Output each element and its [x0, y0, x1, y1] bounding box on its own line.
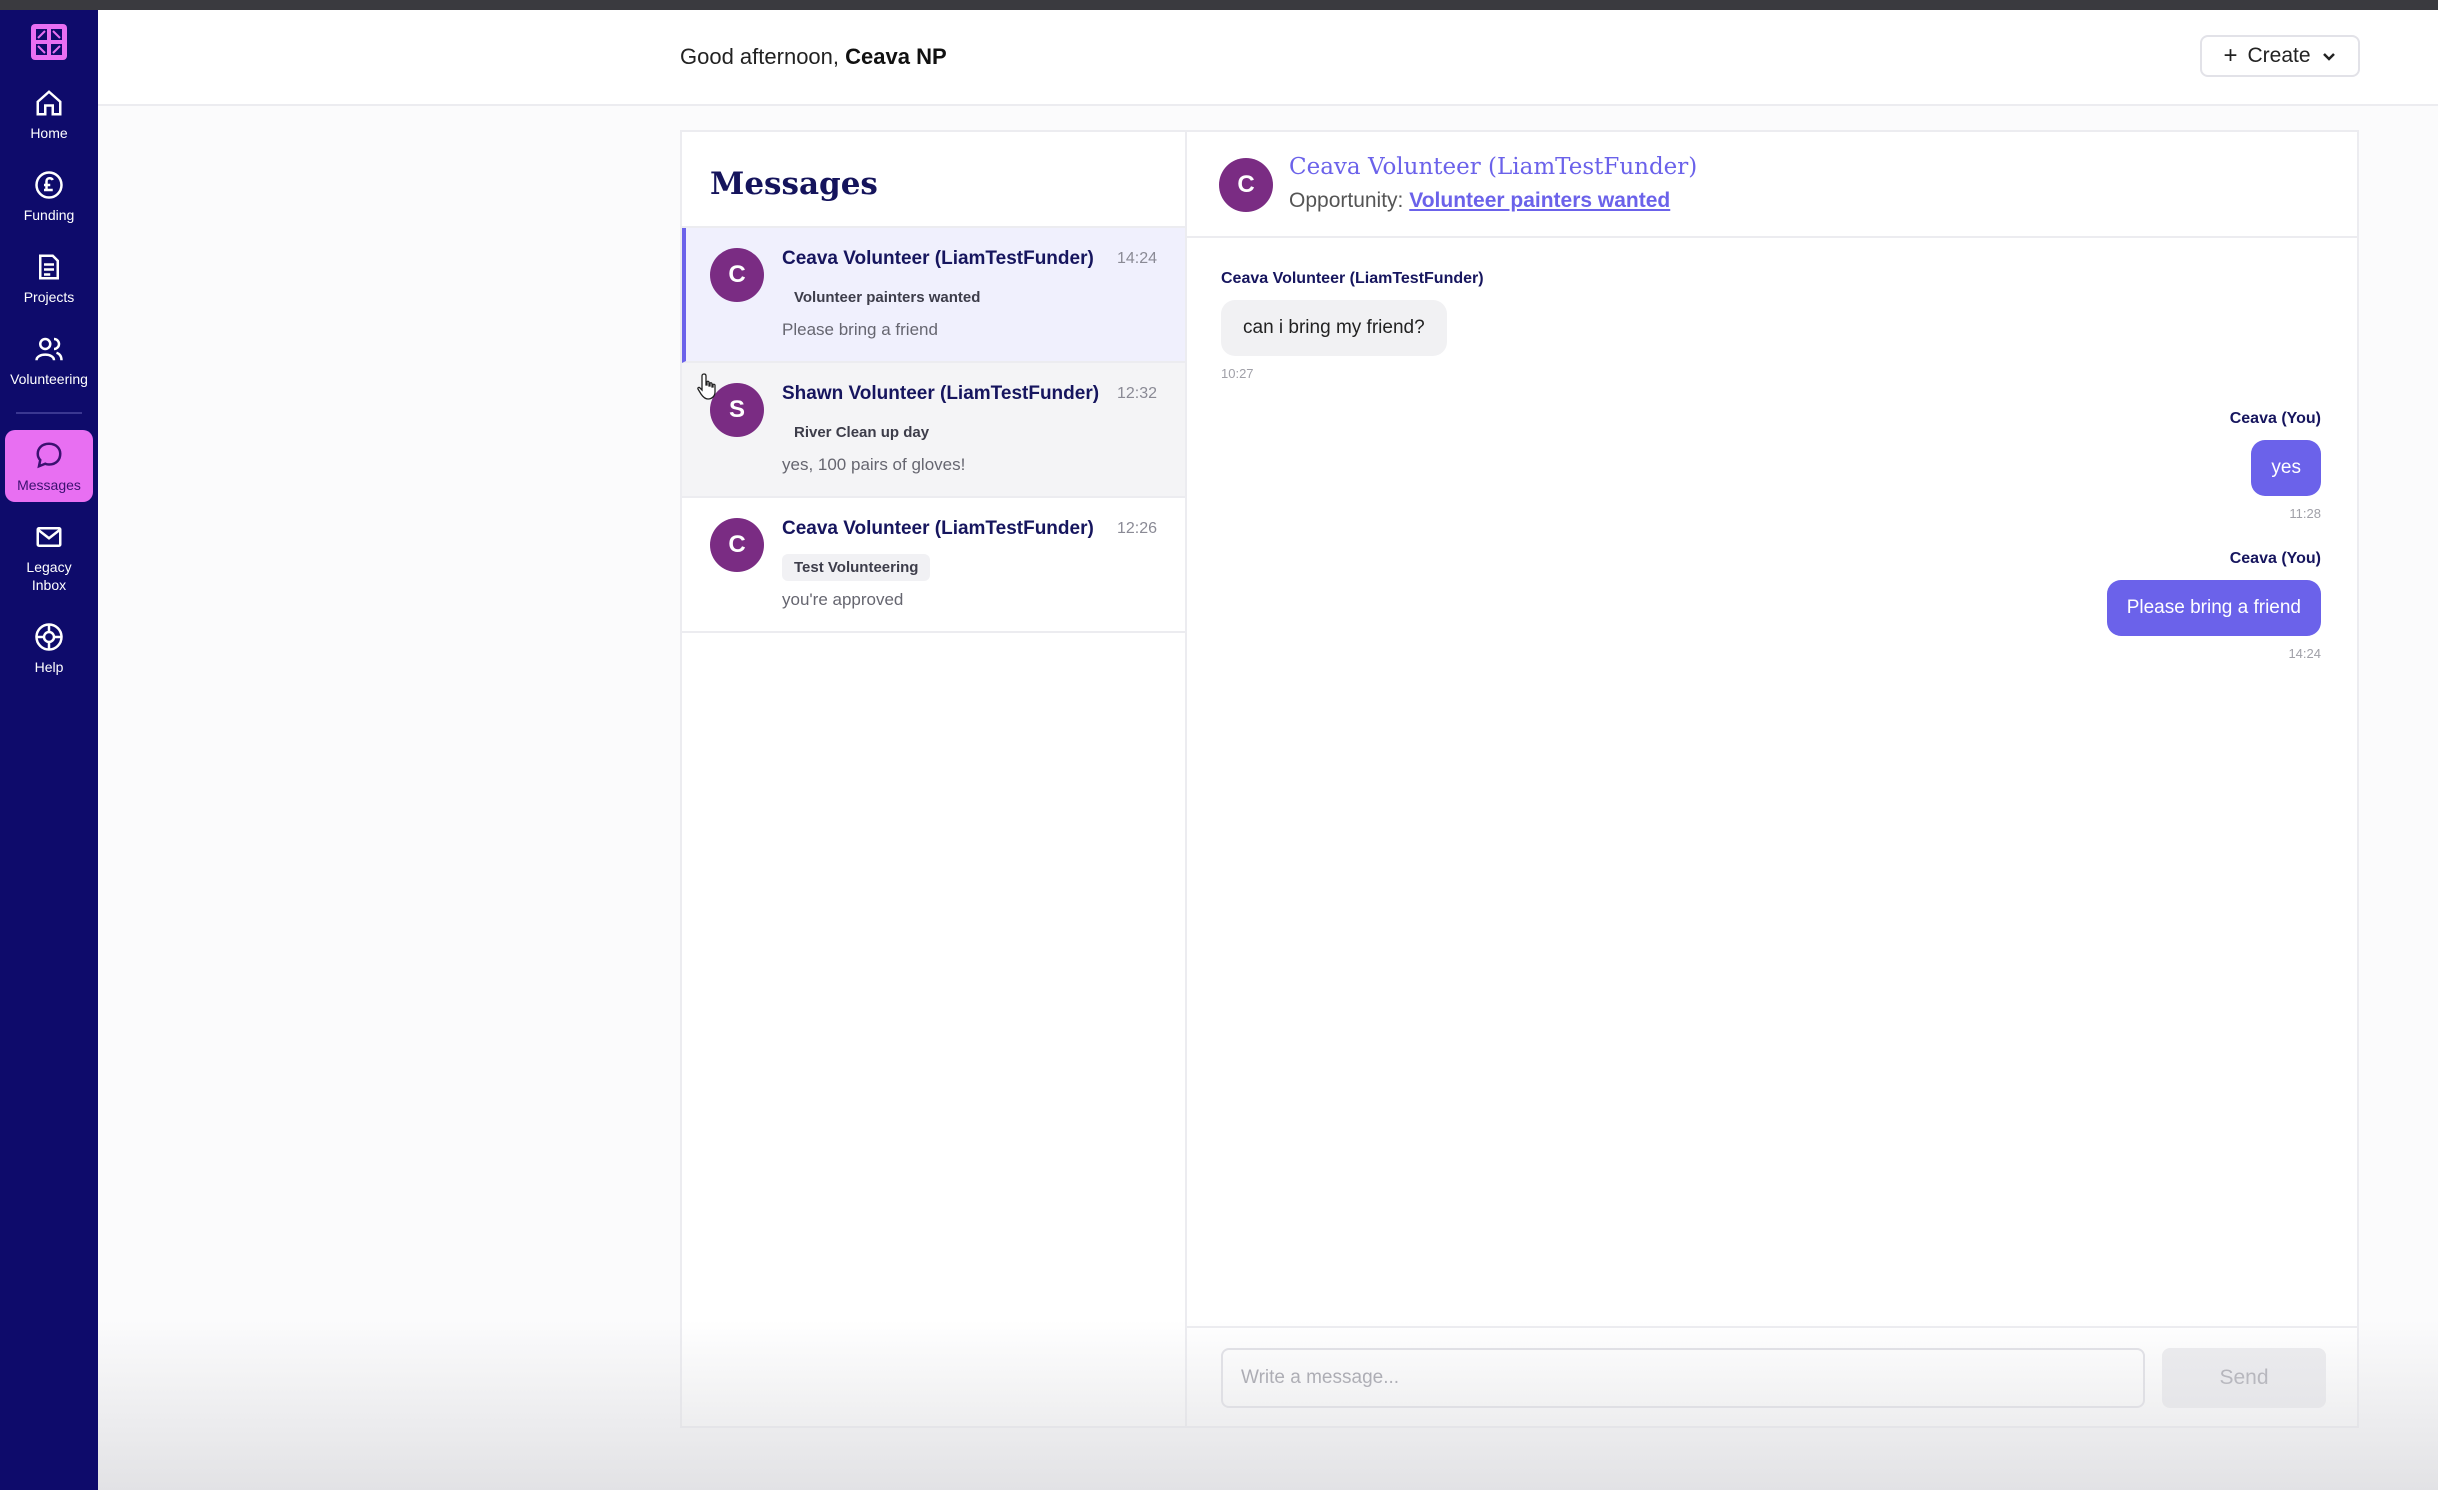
greeting-prefix: Good afternoon, [680, 44, 840, 69]
chevron-down-icon [2322, 53, 2335, 61]
conversation-item[interactable]: S Shawn Volunteer (LiamTestFunder) 12:32… [682, 363, 1185, 498]
window-top-strip [0, 0, 2438, 10]
sidebar-item-label: Funding [23, 207, 75, 223]
conversation-name: Ceava Volunteer (LiamTestFunder) [782, 248, 1094, 269]
chat-opportunity: Opportunity: Volunteer painters wanted [1289, 189, 1670, 213]
message-bubble: yes [2251, 440, 2321, 496]
chat-panel: C Ceava Volunteer (LiamTestFunder) Oppor… [1185, 130, 2359, 1428]
conversation-time: 14:24 [1116, 250, 1157, 267]
message-input[interactable] [1221, 1348, 2145, 1408]
sidebar-item-projects[interactable]: Projects [5, 242, 93, 314]
conversation-item[interactable]: C Ceava Volunteer (LiamTestFunder) 12:26… [682, 498, 1185, 633]
message-composer: Send [1187, 1326, 2357, 1426]
sidebar-item-label: Volunteering [10, 371, 88, 387]
conversation-item[interactable]: C Ceava Volunteer (LiamTestFunder) 14:24… [682, 228, 1185, 363]
opportunity-tag: Volunteer painters wanted [794, 289, 981, 306]
opportunity-tag: River Clean up day [794, 424, 930, 441]
top-header: Good afternoon, Ceava NP + Create [98, 10, 2438, 106]
opportunity-label: Opportunity: [1289, 189, 1404, 212]
conversation-name: Ceava Volunteer (LiamTestFunder) [782, 518, 1094, 539]
sidebar-divider [16, 412, 82, 414]
create-button-label: Create [2247, 44, 2311, 67]
sidebar-item-label: Messages [17, 477, 81, 493]
home-icon [36, 90, 62, 116]
pound-icon [35, 171, 63, 199]
chat-contact-name[interactable]: Ceava Volunteer (LiamTestFunder) [1289, 154, 1697, 180]
message-bubble: Please bring a friend [2106, 580, 2321, 636]
sidebar: Home Funding Projects Volunteering Messa… [0, 10, 98, 1490]
opportunity-tag: Test Volunteering [782, 554, 931, 581]
conversation-preview: Please bring a friend [782, 320, 938, 339]
message-time: 11:28 [2289, 506, 2321, 521]
send-button[interactable]: Send [2162, 1348, 2326, 1408]
sidebar-item-label: Legacy Inbox [26, 559, 72, 593]
message-time: 14:24 [2288, 646, 2321, 661]
message-outgoing: Ceava (You) Please bring a friend 14:24 [2106, 550, 2321, 661]
greeting: Good afternoon, Ceava NP [680, 44, 947, 70]
sidebar-item-legacy-inbox[interactable]: Legacy Inbox [5, 512, 93, 602]
document-icon [39, 254, 59, 280]
mail-icon [36, 527, 62, 547]
message-bubble: can i bring my friend? [1221, 300, 1447, 356]
grid-logo-icon[interactable] [29, 22, 69, 62]
sidebar-item-label: Home [30, 125, 68, 141]
hand-cursor-icon [697, 373, 716, 400]
opportunity-link[interactable]: Volunteer painters wanted [1409, 189, 1670, 212]
sidebar-item-messages[interactable]: Messages [5, 430, 93, 502]
message-incoming: Ceava Volunteer (LiamTestFunder) can i b… [1221, 270, 1484, 381]
sidebar-item-home[interactable]: Home [5, 78, 93, 150]
lifebuoy-icon [35, 623, 63, 651]
conversation-preview: you're approved [782, 590, 904, 609]
create-button[interactable]: + Create [2200, 35, 2360, 77]
avatar: C [1219, 158, 1273, 212]
message-time: 10:27 [1221, 366, 1254, 381]
plus-icon: + [2223, 42, 2238, 69]
avatar: C [710, 518, 764, 572]
sidebar-item-label: Help [34, 659, 64, 675]
sidebar-item-label: Projects [23, 289, 75, 305]
chat-icon [36, 442, 62, 469]
user-name: Ceava NP [845, 44, 947, 69]
conversations-panel: Messages C Ceava Volunteer (LiamTestFund… [680, 130, 1185, 1428]
conversation-time: 12:26 [1116, 520, 1157, 537]
avatar: C [710, 248, 764, 302]
sidebar-item-volunteering[interactable]: Volunteering [5, 324, 93, 396]
sidebar-item-help[interactable]: Help [5, 612, 93, 684]
message-sender: Ceava (You) [2229, 550, 2321, 567]
people-icon [35, 337, 63, 361]
conversation-time: 12:32 [1116, 385, 1157, 402]
chat-header: C Ceava Volunteer (LiamTestFunder) Oppor… [1187, 132, 2357, 238]
message-outgoing: Ceava (You) yes 11:28 [2230, 410, 2321, 521]
conversation-preview: yes, 100 pairs of gloves! [782, 455, 966, 474]
messages-title: Messages [682, 132, 1185, 228]
message-sender: Ceava Volunteer (LiamTestFunder) [1221, 270, 1484, 287]
sidebar-item-funding[interactable]: Funding [5, 160, 93, 232]
message-sender: Ceava (You) [2229, 410, 2321, 427]
conversation-name: Shawn Volunteer (LiamTestFunder) [782, 383, 1100, 404]
